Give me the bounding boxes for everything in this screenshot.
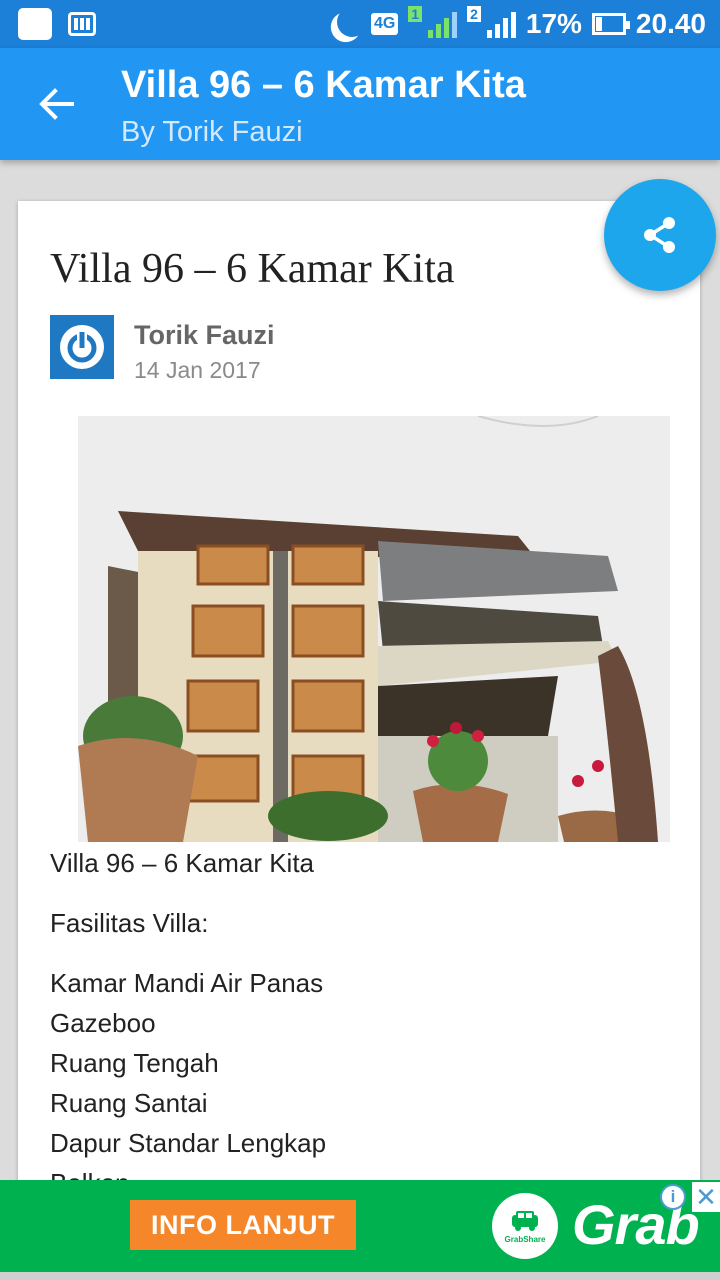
post-card: Villa 96 – 6 Kamar Kita Torik Fauzi 14 J…	[18, 201, 700, 1191]
author-name[interactable]: Torik Fauzi	[134, 320, 275, 351]
post-date: 14 Jan 2017	[134, 357, 261, 383]
app-bar: Villa 96 – 6 Kamar Kita By Torik Fauzi	[0, 48, 720, 160]
ad-info-icon[interactable]: i	[660, 1184, 686, 1210]
facility-item: Gazeboo	[50, 1008, 156, 1038]
back-button[interactable]	[28, 80, 84, 128]
do-not-disturb-icon	[335, 5, 370, 40]
ad-banner[interactable]: INFO LANJUT GrabShare Grab	[0, 1180, 720, 1272]
post-content: Villa 96 – 6 Kamar Kita Fasilitas Villa:…	[50, 843, 326, 1191]
bottom-edge	[0, 1272, 720, 1280]
sim2-label: 2	[467, 6, 481, 22]
author-avatar[interactable]	[50, 315, 114, 379]
share-button[interactable]	[604, 179, 716, 291]
post-title: Villa 96 – 6 Kamar Kita	[50, 246, 455, 292]
bbm-icon	[68, 12, 96, 36]
sim1-label: 1	[408, 6, 423, 22]
clock: 20.40	[635, 8, 706, 39]
battery-icon	[591, 13, 630, 35]
notification-app-icon	[18, 8, 52, 40]
signal-sim1-icon	[428, 10, 458, 38]
car-icon	[512, 1210, 538, 1231]
grabshare-logo: GrabShare	[492, 1193, 558, 1259]
facility-item: Dapur Standar Lengkap	[50, 1128, 327, 1158]
facility-item: Ruang Tengah	[50, 1048, 219, 1078]
villa-photo[interactable]	[78, 416, 670, 842]
signal-sim2-icon	[486, 10, 516, 38]
ad-cta-button[interactable]: INFO LANJUT	[130, 1200, 356, 1250]
power-icon	[60, 325, 104, 369]
app-bar-title: Villa 96 – 6 Kamar Kita	[121, 64, 526, 106]
arrow-left-icon	[39, 88, 74, 120]
facilities-heading: Fasilitas Villa:	[50, 908, 209, 938]
battery-percent: 17%	[525, 8, 582, 39]
network-type-badge: 4G	[370, 13, 399, 35]
status-bar: 4G 1 2 17% 20.40	[0, 0, 720, 48]
share-icon	[644, 217, 675, 253]
facilities-list: Kamar Mandi Air Panas Gazeboo Ruang Teng…	[50, 963, 326, 1191]
ad-close-icon[interactable]: ✕	[692, 1182, 720, 1212]
app-bar-subtitle: By Torik Fauzi	[121, 116, 303, 148]
logo-caption: GrabShare	[504, 1234, 546, 1244]
post-caption: Villa 96 – 6 Kamar Kita	[50, 848, 314, 878]
facility-item: Ruang Santai	[50, 1088, 208, 1118]
facility-item: Kamar Mandi Air Panas	[50, 968, 324, 998]
